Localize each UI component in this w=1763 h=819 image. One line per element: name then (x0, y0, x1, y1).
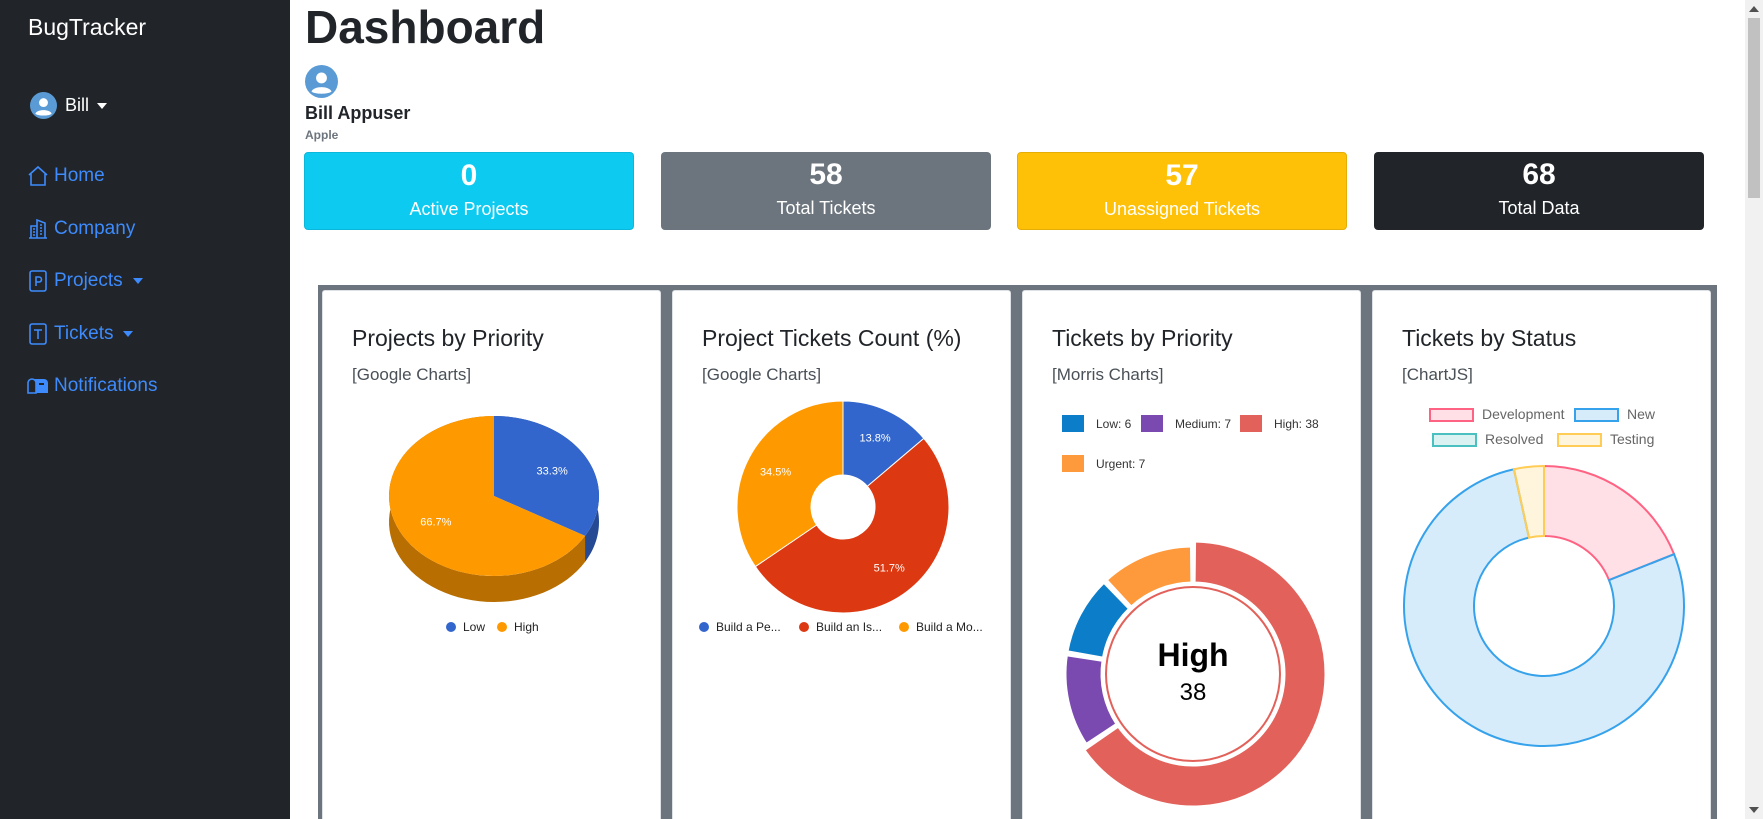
chart-subtitle: [Google Charts] (352, 365, 472, 384)
legend-swatch-new (1574, 408, 1619, 422)
legend-swatch-low (1062, 415, 1084, 432)
stat-card-total-data[interactable]: 68 Total Data (1374, 152, 1704, 230)
stat-value: 68 (1522, 158, 1556, 191)
chart-card-project-tickets-count: 13.8% 51.7% 34.5% Build a Pe... Build an Is.… (672, 290, 1011, 819)
legend-label: Development (1482, 406, 1565, 422)
legend-label: Testing (1610, 431, 1654, 447)
chevron-down-icon (97, 102, 108, 109)
file-p-icon (29, 270, 47, 292)
scroll-up-icon[interactable] (1749, 6, 1759, 12)
stat-label: Total Tickets (776, 198, 876, 218)
chart-card-tickets-by-status: Development New Resolved Testing Tickets by… (1372, 290, 1711, 819)
legend-label: Low (463, 620, 485, 634)
donut-center-value: 38 (1180, 679, 1207, 706)
slice-label: 13.8% (859, 433, 890, 445)
stat-label: Total Data (1498, 198, 1580, 218)
stat-label: Active Projects (409, 199, 529, 219)
legend-label: Build a Mo... (916, 620, 983, 634)
legend-label: Urgent: 7 (1096, 457, 1146, 471)
legend-label: Build an Is... (816, 620, 882, 634)
legend-swatch-high (1240, 415, 1262, 432)
legend-label: High: 38 (1274, 417, 1319, 431)
sidebar-item-home[interactable]: Home (26, 162, 158, 190)
legend-label: Low: 6 (1096, 417, 1132, 431)
sidebar-item-notifications[interactable]: Notifications (26, 372, 158, 400)
chart-card-tickets-by-priority: High 38 Low: 6 Medium: 7 High: 38 Urgent: 7 T… (1022, 290, 1361, 819)
sidebar-item-projects[interactable]: Projects (26, 267, 158, 295)
legend-marker-high (497, 622, 507, 632)
user-circle-icon (30, 92, 57, 119)
chart-title: Project Tickets Count (%) (702, 325, 962, 351)
stat-card-total-tickets[interactable]: 58 Total Tickets (661, 152, 991, 230)
slice-label: 34.5% (760, 466, 791, 478)
stat-value: 0 (460, 159, 478, 192)
vertical-scrollbar[interactable] (1745, 0, 1763, 819)
chart-title: Tickets by Status (1402, 325, 1577, 351)
selected-ring (1105, 586, 1281, 762)
chart-subtitle: [Google Charts] (702, 365, 822, 384)
legend-label: High (514, 620, 539, 634)
sidebar-item-label: Company (54, 217, 136, 239)
brand-title[interactable]: BugTracker (28, 14, 146, 41)
profile-name: Bill Appuser (305, 103, 411, 123)
house-icon (28, 165, 48, 186)
legend-marker-1 (799, 622, 809, 632)
legend-swatch-resolved (1432, 433, 1477, 447)
legend-label: Medium: 7 (1175, 417, 1231, 431)
chart-subtitle: [Morris Charts] (1052, 365, 1164, 384)
avatar (305, 65, 338, 98)
user-menu[interactable]: Bill (30, 92, 108, 119)
stat-card-unassigned-tickets[interactable]: 57 Unassigned Tickets (1017, 152, 1347, 230)
slice-label: 51.7% (874, 563, 905, 575)
chevron-down-icon (123, 330, 134, 337)
stat-card-active-projects[interactable]: 0 Active Projects (304, 152, 634, 230)
legend-marker-2 (899, 622, 909, 632)
sidebar-item-company[interactable]: Company (26, 215, 158, 243)
chevron-down-icon (132, 278, 143, 284)
sidebar-item-label: Home (54, 165, 105, 186)
sidebar: BugTracker Bill Home Company Projects Ti… (0, 0, 290, 819)
sidebar-nav: Home Company Projects Tickets Notificati… (26, 162, 158, 425)
file-t-icon (29, 322, 47, 345)
sidebar-item-label: Projects (54, 270, 123, 291)
legend-label: Resolved (1485, 431, 1543, 447)
chart-title: Tickets by Priority (1052, 325, 1233, 351)
building-icon (29, 218, 47, 239)
chart-subtitle: [ChartJS] (1402, 365, 1473, 384)
donut-center-label: High (1157, 637, 1228, 673)
charts-panel: 33.3% 66.7% Low High Projects by Priority [… (318, 285, 1717, 819)
chart-title: Projects by Priority (352, 325, 544, 351)
stat-value: 57 (1165, 159, 1199, 192)
legend-swatch-development (1429, 408, 1474, 422)
legend-swatch-testing (1557, 433, 1602, 447)
legend-label: New (1627, 406, 1656, 422)
sidebar-item-tickets[interactable]: Tickets (26, 320, 158, 348)
scroll-down-icon[interactable] (1749, 807, 1759, 813)
profile-company: Apple (305, 128, 339, 142)
page-title: Dashboard (305, 1, 546, 53)
sidebar-item-label: Tickets (54, 322, 114, 344)
user-menu-name: Bill (65, 95, 90, 115)
legend-label: Build a Pe... (716, 620, 781, 634)
legend-marker-0 (699, 622, 709, 632)
slice-label: 66.7% (420, 517, 451, 529)
main-content: Dashboard Bill Appuser Apple 0 Active Pr… (290, 0, 1745, 819)
stat-label: Unassigned Tickets (1103, 199, 1261, 219)
chart-card-projects-by-priority: 33.3% 66.7% Low High Projects by Priority [… (322, 290, 661, 819)
mailbox-icon (27, 378, 48, 394)
sidebar-item-label: Notifications (54, 375, 158, 396)
scroll-thumb[interactable] (1748, 18, 1760, 198)
stat-value: 58 (809, 158, 843, 191)
legend-swatch-urgent (1062, 455, 1084, 472)
legend-swatch-medium (1141, 415, 1163, 432)
legend-marker-low (446, 622, 456, 632)
slice-label: 33.3% (537, 465, 568, 477)
